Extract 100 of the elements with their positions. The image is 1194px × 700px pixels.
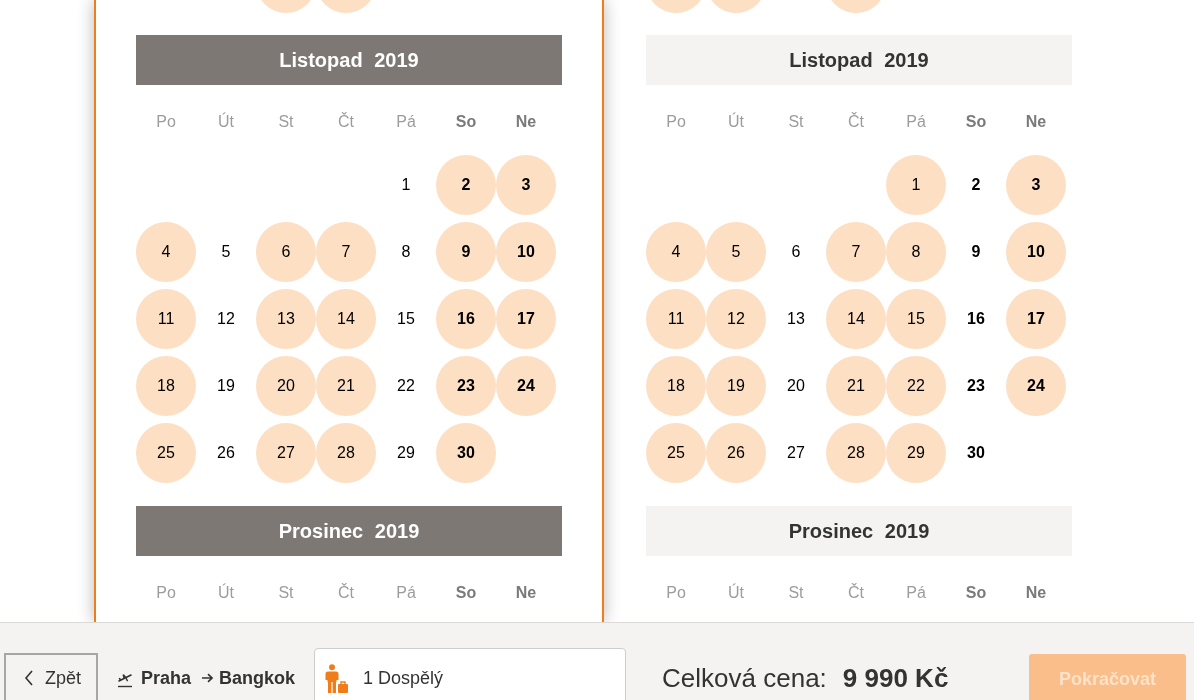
day-cell[interactable]: 26 <box>706 423 766 483</box>
passenger-field[interactable]: 1 Dospělý <box>314 648 627 700</box>
day-cell[interactable]: 4 <box>136 222 196 282</box>
day-cell[interactable]: 18 <box>136 356 196 416</box>
day-cell[interactable]: 7 <box>826 222 886 282</box>
back-button[interactable]: Zpět <box>4 653 98 700</box>
day-cell[interactable]: 9 <box>436 222 496 282</box>
day-number[interactable]: 12 <box>217 309 235 329</box>
day-number[interactable]: 5 <box>221 242 231 262</box>
day-cell[interactable]: 11 <box>136 289 196 349</box>
weekday-label: St <box>788 112 804 132</box>
total-label: Celková cena: <box>662 661 827 695</box>
day-cell[interactable]: 10 <box>1006 222 1066 282</box>
weekday-label: St <box>278 112 294 132</box>
chevron-left-icon <box>24 670 34 686</box>
day-cell[interactable]: 15 <box>886 289 946 349</box>
day-cell[interactable]: 17 <box>496 289 556 349</box>
day-cell[interactable]: 2 <box>436 155 496 215</box>
day-cell[interactable]: 28 <box>316 423 376 483</box>
weekday-label: St <box>788 583 804 603</box>
day-number[interactable]: 29 <box>397 443 415 463</box>
month-header: Listopad 2019 <box>136 35 562 85</box>
weekday-label: Ne <box>1025 583 1047 603</box>
weekday-label: Ne <box>1025 112 1047 132</box>
day-number[interactable]: 19 <box>217 376 235 396</box>
day-cell[interactable]: 21 <box>826 356 886 416</box>
weekday-label: Ne <box>515 112 537 132</box>
day-cell[interactable]: 16 <box>436 289 496 349</box>
weekday-label: Čt <box>848 583 864 603</box>
day-cell[interactable]: 6 <box>256 222 316 282</box>
day-cell[interactable]: 5 <box>706 222 766 282</box>
day-number[interactable]: 20 <box>787 376 805 396</box>
weekday-label: Po <box>666 112 686 132</box>
calendar-panel[interactable]: Listopad 2019 Po Út St Čt Pá So Ne 1 2 3 4 5 6 7 8 9 10 11 12 13 14 15 16 17 18 19 20 21 22 23 24 25 26 27 28 29 30 Prosinec 2019 Po Út St Čt Pá So Ne <box>94 0 604 622</box>
weekday-label: St <box>278 583 294 603</box>
month-header: Prosinec 2019 <box>646 506 1072 556</box>
person-luggage-icon <box>325 663 349 693</box>
day-cell[interactable]: 20 <box>256 356 316 416</box>
day-number[interactable]: 1 <box>401 175 411 195</box>
day-cell[interactable]: 21 <box>316 356 376 416</box>
weekday-label: Čt <box>338 583 354 603</box>
weekday-label: Čt <box>848 112 864 132</box>
day-number[interactable]: 2 <box>971 175 981 195</box>
day-number[interactable]: 13 <box>787 309 805 329</box>
day-cell[interactable]: 3 <box>1006 155 1066 215</box>
weekday-label: Út <box>728 583 744 603</box>
weekday-label: Po <box>156 112 176 132</box>
weekday-label: Po <box>156 583 176 603</box>
weekday-label: So <box>455 112 477 132</box>
weekday-label: So <box>965 112 987 132</box>
day-cell[interactable]: 7 <box>316 222 376 282</box>
day-cell[interactable]: 10 <box>496 222 556 282</box>
day-cell[interactable]: 13 <box>256 289 316 349</box>
day-cell[interactable]: 30 <box>436 423 496 483</box>
total-price: 9 990 Kč <box>842 661 949 695</box>
day-number[interactable]: 27 <box>787 443 805 463</box>
weekday-label: Út <box>218 112 234 132</box>
day-cell[interactable]: 22 <box>886 356 946 416</box>
day-cell[interactable]: 28 <box>826 423 886 483</box>
day-number[interactable]: 8 <box>401 242 411 262</box>
weekday-label: Pá <box>396 583 416 603</box>
day-number[interactable]: 23 <box>967 376 985 396</box>
weekday-label: Čt <box>338 112 354 132</box>
month-header: Listopad 2019 <box>646 35 1072 85</box>
day-cell[interactable]: 24 <box>1006 356 1066 416</box>
day-number[interactable]: 16 <box>967 309 985 329</box>
day-number[interactable]: 26 <box>217 443 235 463</box>
day-number[interactable]: 30 <box>967 443 985 463</box>
weekday-label: Pá <box>396 112 416 132</box>
destination-city: Bangkok <box>219 666 296 690</box>
day-cell[interactable]: 17 <box>1006 289 1066 349</box>
day-cell[interactable]: 1 <box>886 155 946 215</box>
weekday-label: Ne <box>515 583 537 603</box>
day-cell[interactable]: 19 <box>706 356 766 416</box>
month-header: Prosinec 2019 <box>136 506 562 556</box>
weekday-label: So <box>965 583 987 603</box>
day-cell[interactable]: 4 <box>646 222 706 282</box>
weekday-label: Pá <box>906 583 926 603</box>
day-cell[interactable]: 25 <box>646 423 706 483</box>
day-cell[interactable]: 18 <box>646 356 706 416</box>
day-cell[interactable]: 14 <box>316 289 376 349</box>
day-cell[interactable]: 8 <box>886 222 946 282</box>
day-cell[interactable]: 23 <box>436 356 496 416</box>
day-cell[interactable]: 12 <box>706 289 766 349</box>
day-number[interactable]: 6 <box>791 242 801 262</box>
weekday-label: Út <box>728 112 744 132</box>
day-number[interactable]: 15 <box>397 309 415 329</box>
day-number[interactable]: 22 <box>397 376 415 396</box>
origin-city: Praha <box>141 666 192 690</box>
arrow-right-icon <box>201 673 214 683</box>
day-cell[interactable]: 27 <box>256 423 316 483</box>
day-cell[interactable]: 3 <box>496 155 556 215</box>
day-cell[interactable]: 24 <box>496 356 556 416</box>
day-cell[interactable]: 25 <box>136 423 196 483</box>
day-cell[interactable]: 29 <box>886 423 946 483</box>
day-number[interactable]: 9 <box>971 242 981 262</box>
weekday-label: So <box>455 583 477 603</box>
day-cell[interactable]: 11 <box>646 289 706 349</box>
weekday-label: Pá <box>906 112 926 132</box>
day-cell[interactable]: 14 <box>826 289 886 349</box>
